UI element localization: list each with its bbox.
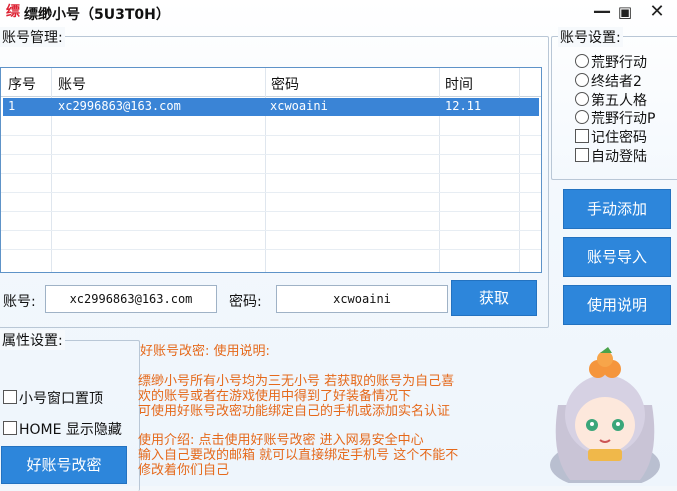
account-table[interactable]: 序号 账号 密码 时间 1 xc2996863@163.com xcwoaini… xyxy=(0,67,542,273)
checkbox-label: 自动登陆 xyxy=(591,149,647,165)
radio-game-3[interactable]: 第五人格 xyxy=(575,92,647,110)
account-mgmt-label: 账号管理: xyxy=(0,27,65,47)
notes-line: 欢的账号或者在游戏使用中得到了好装备情况下 xyxy=(138,389,412,404)
checkbox-icon xyxy=(3,421,17,435)
change-password-button[interactable]: 好账号改密 xyxy=(1,446,127,484)
radio-label: 荒野行动 xyxy=(591,55,647,71)
radio-icon xyxy=(575,73,589,87)
table-row[interactable]: 1 xc2996863@163.com xcwoaini 12.11 xyxy=(3,98,539,116)
radio-icon xyxy=(575,92,589,106)
window-topmost-checkbox[interactable]: 小号窗口置顶 xyxy=(3,388,103,408)
account-label: 账号: xyxy=(3,294,36,310)
mascot-illustration xyxy=(550,347,660,483)
radio-label: 荒野行动P xyxy=(591,111,656,127)
radio-label: 第五人格 xyxy=(591,93,647,109)
account-settings-label: 账号设置: xyxy=(558,27,623,47)
row-divider xyxy=(1,135,541,136)
col-header-password[interactable]: 密码 xyxy=(271,74,299,94)
checkbox-label: HOME 显示隐藏 xyxy=(19,422,122,438)
app-logo-icon: 缥 xyxy=(6,4,20,20)
intro-line: 使用介绍: 点击使用好账号改密 进入网易安全中心 xyxy=(138,433,424,448)
row-divider xyxy=(1,249,541,250)
account-field[interactable]: xc2996863@163.com xyxy=(45,285,217,313)
notes-line: 可使用好账号改密功能绑定自己的手机或添加实名认证 xyxy=(138,404,451,419)
radio-game-4[interactable]: 荒野行动P xyxy=(575,110,655,128)
notes-heading: 好账号改密: 使用说明: xyxy=(140,344,270,359)
radio-game-2[interactable]: 终结者2 xyxy=(575,73,642,91)
cell-password: xcwoaini xyxy=(270,99,328,113)
radio-icon xyxy=(575,110,589,124)
checkbox-label: 小号窗口置顶 xyxy=(19,391,103,407)
radio-label: 终结者2 xyxy=(591,74,642,90)
checkbox-icon xyxy=(3,390,17,404)
row-divider xyxy=(1,154,541,155)
radio-icon xyxy=(575,54,589,68)
row-divider xyxy=(1,173,541,174)
table-header: 序号 账号 密码 时间 xyxy=(1,68,541,97)
home-toggle-checkbox[interactable]: HOME 显示隐藏 xyxy=(3,419,122,439)
close-button[interactable]: ✕ xyxy=(646,2,668,22)
row-divider xyxy=(1,192,541,193)
checkbox-icon xyxy=(575,129,589,143)
checkbox-icon xyxy=(575,148,589,162)
minimize-button[interactable]: — xyxy=(591,2,613,22)
import-accounts-button[interactable]: 账号导入 xyxy=(563,237,671,277)
col-header-account[interactable]: 账号 xyxy=(58,74,86,94)
row-divider xyxy=(1,230,541,231)
cell-time: 12.11 xyxy=(445,99,482,113)
radio-game-1[interactable]: 荒野行动 xyxy=(575,54,647,72)
instructions-button[interactable]: 使用说明 xyxy=(563,285,671,325)
auto-login-checkbox[interactable]: 自动登陆 xyxy=(575,148,647,166)
notes-line: 缥缈小号所有小号均为三无小号 若获取的账号为自己喜 xyxy=(138,374,455,389)
row-divider xyxy=(1,211,541,212)
title-bar[interactable]: 缥 缥缈小号（5U3T0H） — ▣ ✕ xyxy=(0,0,677,26)
col-header-index[interactable]: 序号 xyxy=(8,74,36,94)
window-title: 缥缈小号（5U3T0H） xyxy=(24,7,170,23)
app-window: 缥 缥缈小号（5U3T0H） — ▣ ✕ 账号管理: 序号 账号 密码 时间 1… xyxy=(0,0,677,491)
cell-index: 1 xyxy=(8,99,16,113)
checkbox-label: 记住密码 xyxy=(591,130,647,146)
password-field[interactable]: xcwoaini xyxy=(276,285,448,313)
intro-line: 修改着你们自己 xyxy=(138,463,230,478)
fetch-button[interactable]: 获取 xyxy=(451,280,537,316)
attributes-label: 属性设置: xyxy=(0,330,65,350)
cell-account: xc2996863@163.com xyxy=(58,99,181,113)
password-label: 密码: xyxy=(229,294,262,310)
intro-line: 输入自己要改的邮箱 就可以直接绑定手机号 这个不能不 xyxy=(138,448,459,463)
col-header-time[interactable]: 时间 xyxy=(445,74,473,94)
manual-add-button[interactable]: 手动添加 xyxy=(563,189,671,229)
maximize-button[interactable]: ▣ xyxy=(614,2,636,22)
remember-password-checkbox[interactable]: 记住密码 xyxy=(575,129,647,147)
